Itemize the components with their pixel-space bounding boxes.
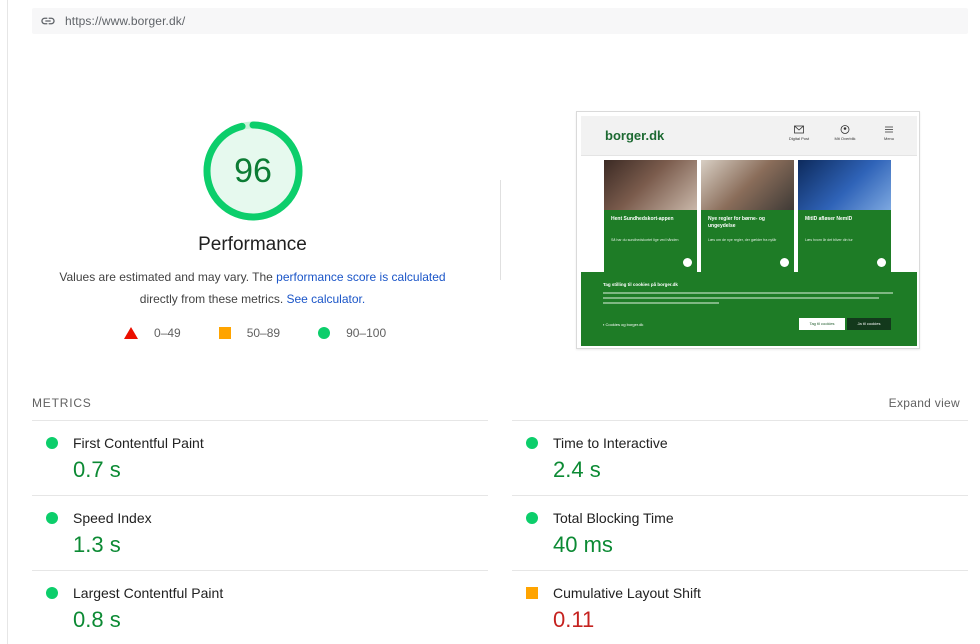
nav-menu: Menu — [871, 125, 907, 141]
legend-item-poor: 0–49 — [124, 326, 181, 340]
metric-speed-index: Speed Index 1.3 s — [32, 495, 488, 570]
circle-icon — [46, 587, 58, 599]
legend-item-average: 50–89 — [218, 326, 281, 340]
nav-label: Mit Overblik — [834, 136, 856, 141]
card-sundhedskort: Hent Sundhedskort-appen Så har du sundhe… — [604, 160, 697, 272]
nav-label: Digital Post — [788, 136, 810, 141]
cookie-title: Tag stilling til cookies på borger.dk — [603, 282, 678, 287]
performance-title: Performance — [198, 234, 307, 255]
metric-label: Total Blocking Time — [553, 510, 674, 526]
metric-value: 40 ms — [553, 532, 613, 557]
metric-value: 2.4 s — [553, 457, 601, 482]
performance-gauge: 96 — [201, 119, 305, 223]
card-mitid: MitID afløser NemID Læs hvorn år det bli… — [798, 160, 891, 272]
cookie-checkbox: ▪ Cookies og borger.dk — [603, 322, 644, 327]
cookie-decline-button: Tag til cookies — [799, 318, 845, 330]
link-icon — [40, 13, 56, 29]
performance-score: 96 — [234, 151, 272, 190]
cookie-text — [603, 292, 893, 307]
score-legend: 0–49 50–89 90–100 — [124, 326, 424, 340]
metric-label: First Contentful Paint — [73, 435, 204, 451]
metric-first-contentful-paint: First Contentful Paint 0.7 s — [32, 420, 488, 495]
card-image — [798, 160, 891, 210]
card-boerne-ungeydelse: Nye regler for børne- og ungeydelse Læs … — [701, 160, 794, 272]
card-image — [701, 160, 794, 210]
metric-value: 0.8 s — [73, 607, 121, 632]
metric-label: Speed Index — [73, 510, 152, 526]
card-text: Læs om de nye regler, der gælder fra nyt… — [708, 238, 777, 242]
card-arrow-icon — [683, 258, 692, 267]
nav-mit-overblik: Mit Overblik — [827, 125, 863, 141]
circle-icon — [46, 512, 58, 524]
site-logo: borger.dk — [605, 128, 665, 143]
legend-range: 90–100 — [346, 326, 387, 340]
metrics-title: METRICS — [32, 396, 92, 410]
circle-icon — [46, 437, 58, 449]
left-border — [7, 0, 8, 644]
desc-middle: directly from these metrics. — [139, 292, 287, 306]
vertical-divider — [500, 180, 501, 280]
cookie-banner: Tag stilling til cookies på borger.dk ▪ … — [581, 272, 917, 346]
triangle-icon — [124, 327, 138, 339]
metric-time-to-interactive: Time to Interactive 2.4 s — [512, 420, 968, 495]
see-calculator-link[interactable]: See calculator. — [286, 292, 365, 306]
legend-range: 50–89 — [246, 326, 281, 340]
cookie-accept-button: Ja til cookies — [847, 318, 891, 330]
card-title: Hent Sundhedskort-appen — [611, 216, 674, 222]
square-icon — [218, 327, 231, 339]
metric-largest-contentful-paint: Largest Contentful Paint 0.8 s — [32, 570, 488, 644]
expand-view-toggle[interactable]: Expand view — [889, 396, 960, 410]
circle-icon — [318, 327, 331, 339]
card-image — [604, 160, 697, 210]
circle-icon — [526, 437, 538, 449]
metric-value: 0.7 s — [73, 457, 121, 482]
metric-label: Cumulative Layout Shift — [553, 585, 701, 601]
card-title: Nye regler for børne- og ungeydelse — [708, 216, 765, 229]
nav-label: Menu — [883, 136, 894, 141]
metrics-column-left: First Contentful Paint 0.7 s Speed Index… — [32, 420, 488, 644]
url-bar[interactable]: https://www.borger.dk/ — [32, 8, 968, 34]
card-text: Så har du sundhedskortet lige ved hånden — [611, 238, 679, 242]
metric-value: 1.3 s — [73, 532, 121, 557]
metric-value: 0.11 — [553, 607, 595, 632]
page-screenshot-thumbnail[interactable]: borger.dk Digital Post Mit Overblik Menu… — [576, 111, 920, 349]
metric-label: Time to Interactive — [553, 435, 668, 451]
legend-item-good: 90–100 — [318, 326, 386, 340]
metric-cumulative-layout-shift: Cumulative Layout Shift 0.11 — [512, 570, 968, 644]
circle-icon — [526, 512, 538, 524]
site-header: borger.dk Digital Post Mit Overblik Menu — [581, 116, 917, 156]
square-icon — [526, 587, 538, 599]
card-arrow-icon — [780, 258, 789, 267]
desc-prefix: Values are estimated and may vary. The — [59, 270, 277, 284]
nav-digital-post: Digital Post — [781, 125, 817, 141]
mail-icon — [794, 125, 804, 134]
thumbnail-cards: Hent Sundhedskort-appen Så har du sundhe… — [604, 160, 916, 272]
url-text: https://www.borger.dk/ — [65, 14, 186, 28]
metrics-column-right: Time to Interactive 2.4 s Total Blocking… — [512, 420, 968, 644]
metric-label: Largest Contentful Paint — [73, 585, 224, 601]
score-calculated-link[interactable]: performance score is calculated — [276, 270, 445, 284]
performance-description: Values are estimated and may vary. The p… — [40, 266, 465, 310]
card-arrow-icon — [877, 258, 886, 267]
card-text: Læs hvorn år det bliver din tur — [805, 238, 853, 242]
card-title: MitID afløser NemID — [805, 216, 853, 222]
menu-icon — [885, 126, 893, 133]
metric-total-blocking-time: Total Blocking Time 40 ms — [512, 495, 968, 570]
cookie-check-label: Cookies og borger.dk — [605, 322, 644, 327]
legend-range: 0–49 — [154, 326, 181, 340]
user-icon — [840, 125, 850, 134]
